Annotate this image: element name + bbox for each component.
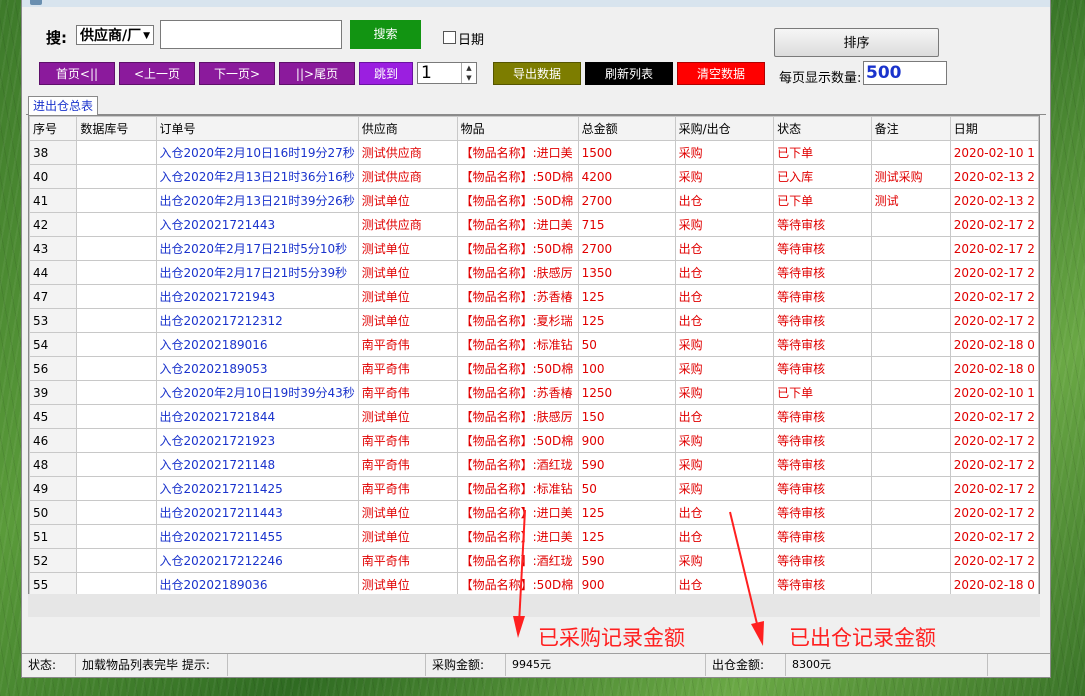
annotation-purchase: 已采购记录金额 — [538, 626, 685, 650]
arrow-outbound-line — [729, 511, 759, 629]
annotation-outbound: 已出仓记录金额 — [789, 626, 936, 650]
arrow-outbound-head — [751, 621, 764, 646]
arrow-purchase-head — [513, 616, 525, 638]
annotation-arrows — [513, 509, 764, 646]
arrow-purchase-line — [518, 509, 526, 625]
